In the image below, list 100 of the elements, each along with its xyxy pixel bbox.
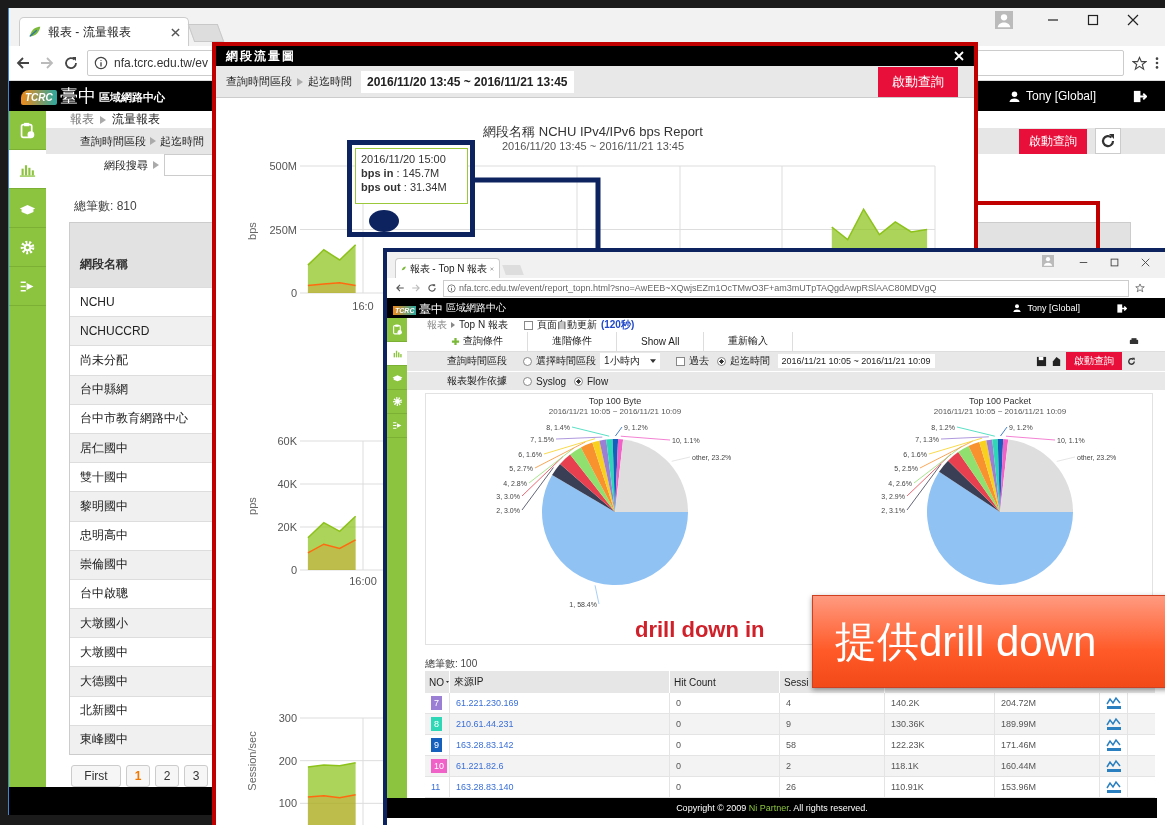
back-arrow-icon[interactable]	[15, 55, 31, 71]
chart-title: Top 100 Packet	[969, 396, 1031, 406]
pie-slice[interactable]	[542, 475, 688, 585]
address-bar[interactable]: nfa.tcrc.edu.tw/event/report_topn.html?sno=AwEEB~XQwjsEZm1OcTMwO3F+am3mUTpTAQgdAwpRSlAAC80MDVgQ	[443, 279, 1129, 297]
ip-link[interactable]: 61.221.230.169	[450, 693, 670, 713]
star-icon[interactable]	[1132, 55, 1147, 71]
rank-badge: 9	[431, 738, 442, 752]
close-icon[interactable]	[171, 27, 180, 37]
page-button[interactable]: First	[71, 765, 121, 787]
reload-icon[interactable]	[427, 283, 437, 293]
settings-icon	[19, 238, 36, 256]
user-name[interactable]: Tony [Global]	[1027, 303, 1080, 313]
breadcrumb-link[interactable]: 報表	[70, 111, 94, 128]
trend-chart-icon[interactable]	[1106, 759, 1122, 773]
print-icon[interactable]	[1051, 355, 1062, 367]
page-button[interactable]: 2	[155, 765, 179, 787]
maximize-icon[interactable]	[1087, 14, 1099, 26]
table-cell: 26	[780, 777, 885, 797]
pie-slice[interactable]	[927, 471, 1073, 585]
sort-icon	[446, 680, 449, 684]
close-icon[interactable]	[1141, 258, 1150, 267]
breadcrumb-current: Top N 報表	[459, 318, 508, 332]
pie-slice[interactable]	[552, 463, 615, 512]
clipboard-icon	[391, 324, 403, 335]
search-button[interactable]: 啟動查詢	[878, 66, 958, 97]
info-icon	[447, 283, 456, 293]
browser-tab[interactable]: 報表 - 流量報表	[19, 17, 189, 46]
back-arrow-icon[interactable]	[395, 283, 405, 293]
query-option-label: 起迄時間	[308, 74, 352, 89]
pie-slice[interactable]	[580, 442, 615, 512]
ip-link[interactable]: 163.28.83.142	[450, 735, 670, 755]
radio-button[interactable]	[716, 356, 726, 366]
rank-badge: 10	[431, 759, 447, 773]
ip-link[interactable]: 163.28.83.140	[450, 777, 670, 797]
close-icon[interactable]	[1127, 14, 1139, 26]
clipboard-icon	[19, 121, 36, 139]
breadcrumb-link[interactable]: 報表	[427, 318, 447, 332]
ip-link[interactable]: 210.61.44.231	[450, 714, 670, 734]
logout-icon[interactable]	[1116, 302, 1127, 314]
checkbox[interactable]	[675, 356, 685, 366]
pie-slice[interactable]	[560, 454, 615, 512]
pie-slice[interactable]	[979, 440, 1000, 512]
pie-slice[interactable]	[958, 446, 1000, 512]
pie-slice[interactable]	[599, 439, 615, 512]
ip-link[interactable]: 61.221.82.6	[450, 756, 670, 776]
table-cell: 189.99M	[995, 714, 1100, 734]
pie-slice[interactable]	[570, 447, 615, 512]
table-cell: 9	[780, 714, 885, 734]
total-count: 總筆數: 810	[74, 198, 137, 214]
reload-icon[interactable]	[63, 55, 79, 71]
printer-icon[interactable]	[1129, 336, 1139, 346]
checkbox-label: 過去	[688, 354, 709, 369]
save-icon[interactable]	[1036, 355, 1047, 367]
search-button[interactable]: 啟動查詢	[1019, 128, 1087, 154]
browser-tab[interactable]: 報表 - Top N 報表	[395, 258, 500, 278]
radio-button[interactable]	[574, 376, 583, 386]
pie-slice[interactable]	[939, 460, 1000, 512]
time-range-dropdown[interactable]: 1小時內	[600, 353, 660, 370]
popup-title: 網段流量圖	[226, 47, 296, 65]
menu-icon[interactable]	[1155, 56, 1159, 70]
page-button[interactable]: 3	[184, 765, 208, 787]
table-cell: 118.1K	[885, 756, 995, 776]
axis-tick-label: 0	[290, 564, 297, 576]
checkbox[interactable]	[523, 320, 533, 330]
table-cell: 110.91K	[885, 777, 995, 797]
sidebar-item[interactable]	[387, 342, 407, 366]
separator-icon	[297, 77, 303, 86]
callout-text: 提供drill down	[835, 616, 1097, 667]
trend-chart-icon[interactable]	[1106, 696, 1122, 710]
sidebar-item[interactable]	[9, 150, 46, 189]
refresh-icon[interactable]	[1095, 128, 1121, 154]
pie-slice[interactable]	[986, 439, 1000, 512]
person-icon	[1013, 304, 1022, 312]
caret-icon	[649, 359, 656, 364]
trend-chart-icon[interactable]	[1106, 738, 1122, 752]
trend-chart-icon[interactable]	[1106, 780, 1122, 794]
search-button[interactable]: 啟動查詢	[1066, 352, 1122, 371]
radio-button[interactable]	[523, 376, 532, 386]
table-cell: 130.36K	[885, 714, 995, 734]
pie-slice[interactable]	[968, 442, 1000, 512]
pie-slice[interactable]	[948, 452, 1000, 512]
separator-icon	[150, 137, 156, 145]
star-icon[interactable]	[1135, 283, 1145, 293]
chart-subtitle: 2016/11/21 10:05 ~ 2016/11/21 10:09	[933, 407, 1067, 416]
table-cell: 0	[670, 714, 780, 734]
axis-title: pps	[246, 497, 258, 515]
brand-link[interactable]: Ni Partner	[748, 803, 789, 813]
refresh-icon[interactable]	[1126, 355, 1137, 367]
date-range-field[interactable]: 2016/11/21 10:05 ~ 2016/11/21 10:09	[777, 354, 935, 369]
radio-button[interactable]	[523, 356, 532, 366]
axis-tick-label: 16:0	[352, 300, 374, 312]
chart-subtitle: 2016/11/21 10:05 ~ 2016/11/21 10:09	[548, 407, 682, 416]
table-cell: 204.72M	[995, 693, 1100, 713]
drill-down-caption: drill down in	[635, 617, 765, 642]
query-label: 查詢時間區段	[226, 74, 292, 89]
date-range-field[interactable]: 2016/11/20 13:45 ~ 2016/11/21 13:45	[361, 70, 574, 93]
plus-icon	[451, 336, 460, 346]
trend-chart-icon[interactable]	[1106, 717, 1122, 731]
user-name[interactable]: Tony [Global]	[1025, 89, 1096, 103]
logout-icon[interactable]	[1132, 88, 1147, 104]
